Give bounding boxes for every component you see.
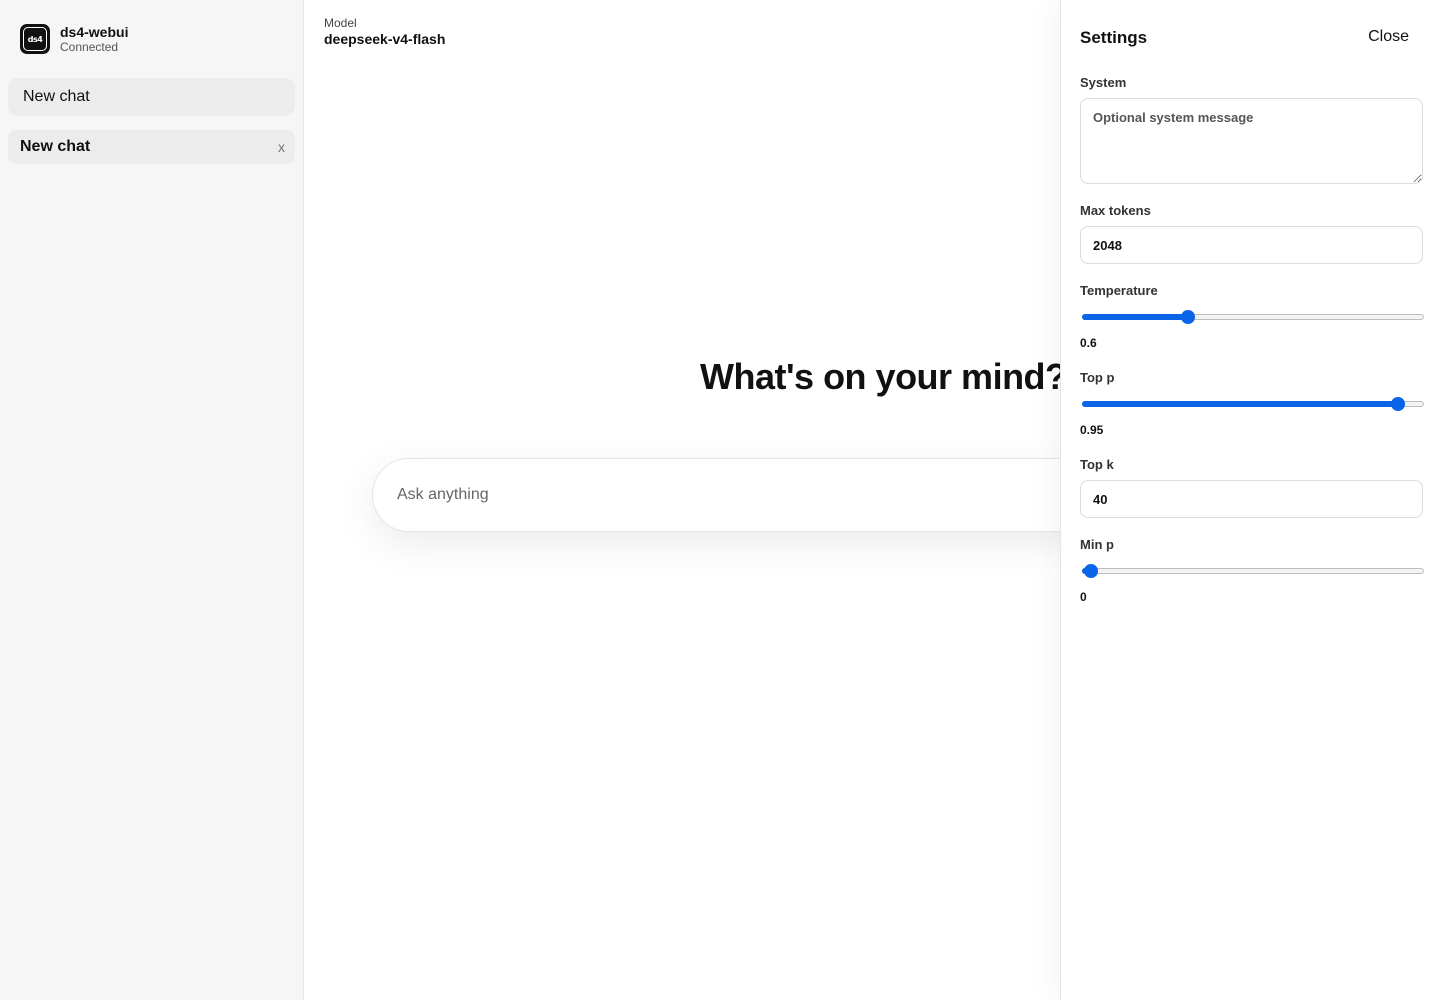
settings-title: Settings (1080, 28, 1148, 47)
new-chat-button[interactable]: New chat (8, 78, 295, 116)
system-label: System (1080, 75, 1127, 90)
min-p-value: 0 (1080, 590, 1087, 604)
slider-fill (1082, 314, 1189, 320)
slider-thumb[interactable] (1391, 397, 1406, 411)
min-p-slider[interactable] (1082, 563, 1424, 579)
top-p-value: 0.95 (1080, 423, 1104, 437)
min-p-label: Min p (1080, 537, 1114, 552)
temperature-value: 0.6 (1080, 336, 1097, 350)
max-tokens-label: Max tokens (1080, 203, 1151, 218)
model-label: Model (324, 16, 357, 30)
top-k-label: Top k (1080, 457, 1114, 472)
model-name[interactable]: deepseek-v4-flash (324, 31, 445, 47)
connection-status: Connected (60, 40, 119, 54)
chat-item-label: New chat (20, 138, 91, 155)
slider-thumb[interactable] (1083, 564, 1098, 578)
temperature-slider[interactable] (1082, 309, 1424, 325)
prompt-input[interactable] (372, 458, 1092, 532)
chat-main: Model deepseek-v4-flash What's on your m… (304, 0, 1092, 1000)
max-tokens-input[interactable] (1080, 226, 1423, 264)
brand: ds4 ds4-webui Connected (20, 24, 128, 54)
system-message-field[interactable] (1080, 98, 1423, 184)
slider-thumb[interactable] (1181, 310, 1196, 324)
slider-track (1082, 568, 1424, 574)
top-p-slider[interactable] (1082, 396, 1424, 412)
app-name: ds4-webui (60, 24, 129, 40)
temperature-label: Temperature (1080, 283, 1158, 298)
top-k-input[interactable] (1080, 480, 1423, 518)
close-settings-button[interactable]: Close (1368, 28, 1409, 46)
slider-fill (1082, 401, 1399, 407)
welcome-headline: What's on your mind? (700, 356, 1067, 397)
sidebar: ds4 ds4-webui Connected New chat New cha… (0, 0, 304, 1000)
delete-chat-button[interactable]: x (278, 139, 285, 155)
top-p-label: Top p (1080, 370, 1115, 385)
app-logo-icon: ds4 (20, 24, 50, 54)
chat-list-item[interactable]: New chat x (8, 130, 295, 164)
settings-panel: Settings Close System Max tokens Tempera… (1060, 0, 1440, 1000)
